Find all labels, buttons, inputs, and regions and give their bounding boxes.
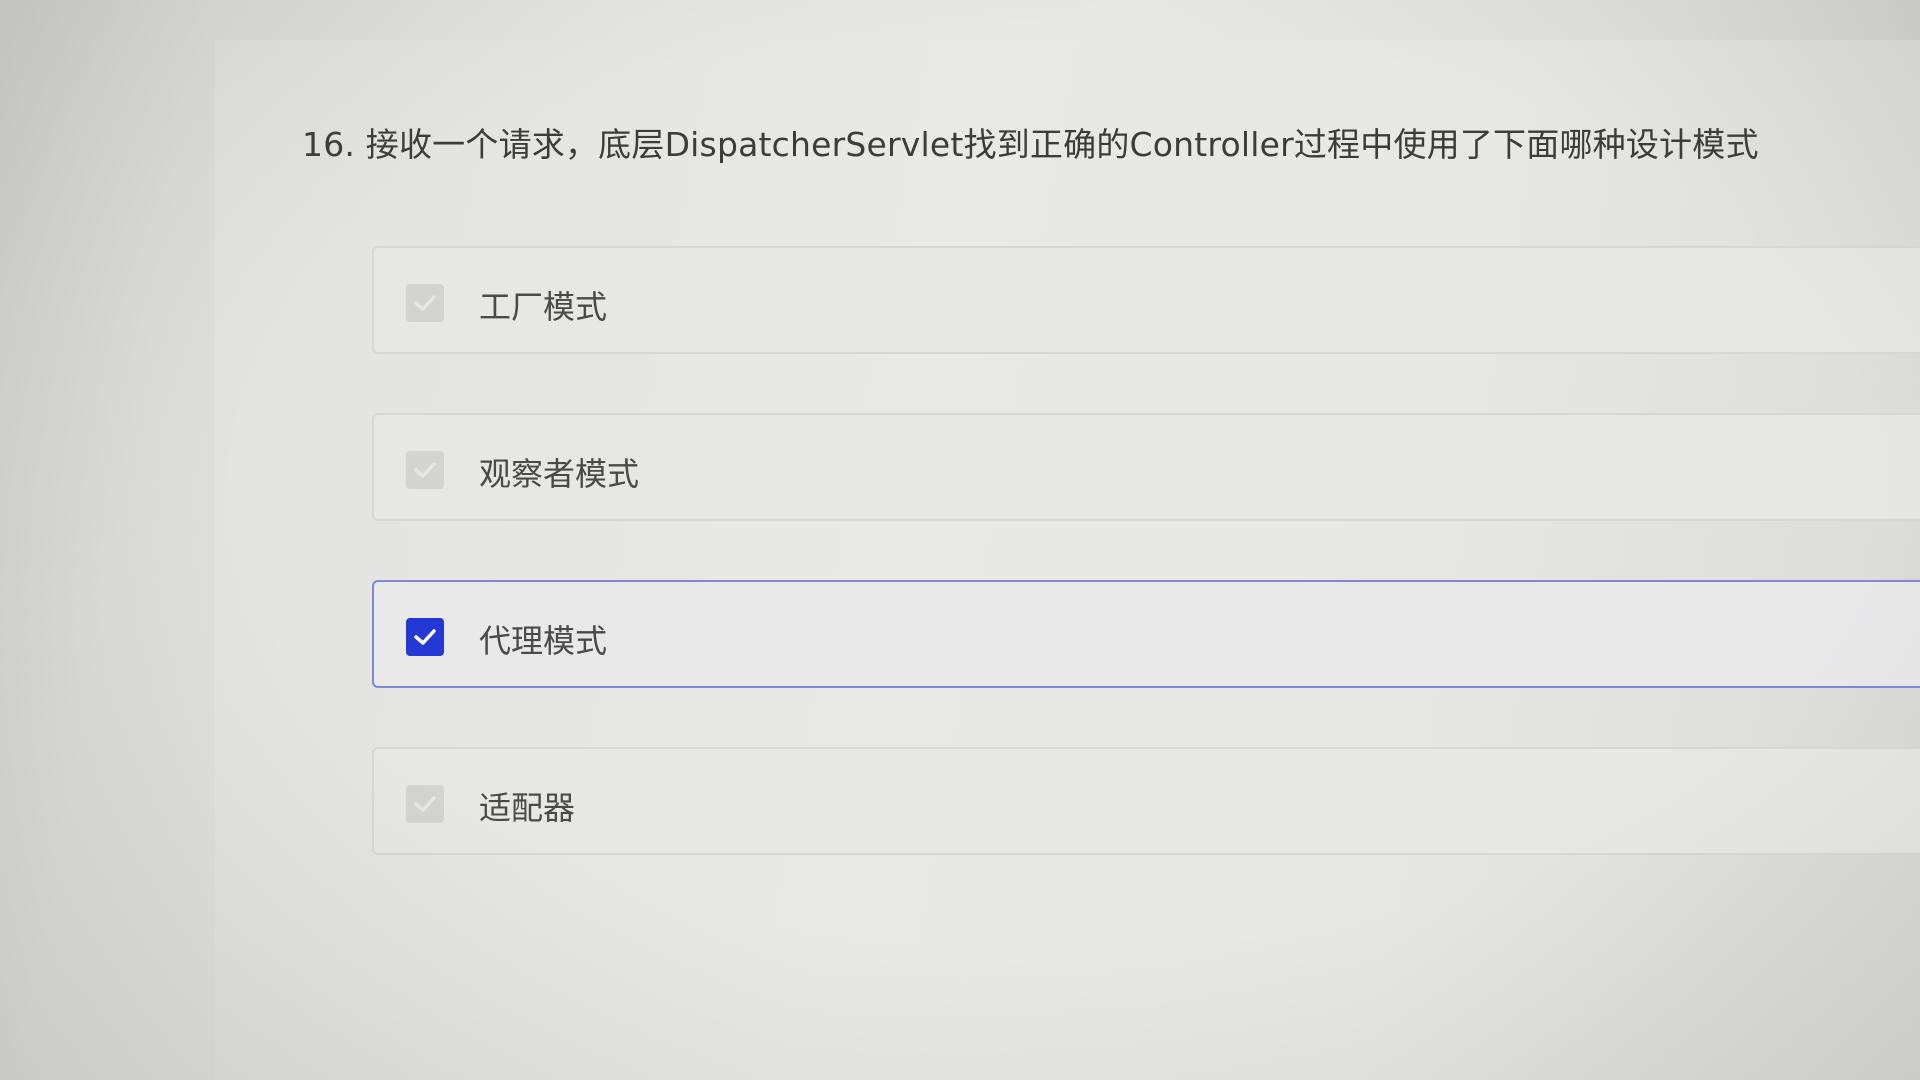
question-title: 16. 接收一个请求，底层DispatcherServlet找到正确的Contr… — [302, 125, 1759, 164]
option-label: 代理模式 — [479, 622, 608, 660]
content-panel — [215, 40, 1920, 1080]
checkbox[interactable] — [406, 451, 444, 489]
checkmark-icon — [414, 295, 436, 311]
option-label: 观察者模式 — [479, 455, 640, 493]
option-adapter-pattern[interactable]: 适配器 — [372, 747, 1920, 855]
option-label: 适配器 — [479, 789, 576, 827]
option-factory-pattern[interactable]: 工厂模式 — [372, 246, 1920, 354]
checkbox[interactable] — [406, 284, 444, 322]
checkbox-checked[interactable] — [406, 618, 444, 656]
option-proxy-pattern[interactable]: 代理模式 — [372, 580, 1920, 688]
checkmark-icon — [414, 462, 436, 478]
option-label: 工厂模式 — [479, 288, 608, 326]
checkmark-icon — [414, 796, 436, 812]
option-observer-pattern[interactable]: 观察者模式 — [372, 413, 1920, 521]
checkmark-icon — [414, 629, 436, 645]
screen: 16. 接收一个请求，底层DispatcherServlet找到正确的Contr… — [0, 0, 1920, 1080]
checkbox[interactable] — [406, 785, 444, 823]
